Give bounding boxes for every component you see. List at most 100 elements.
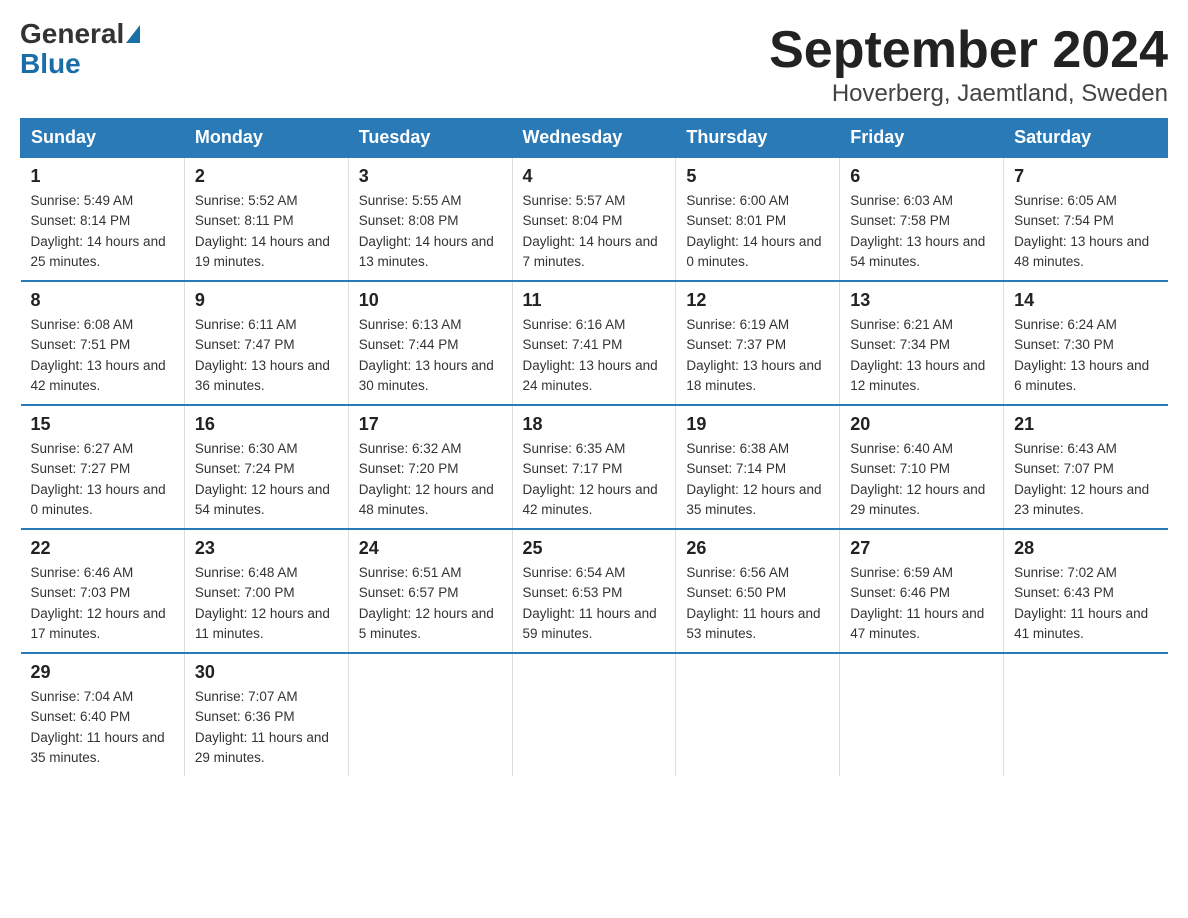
- calendar-cell: [1004, 653, 1168, 776]
- calendar-cell: 27 Sunrise: 6:59 AMSunset: 6:46 PMDayligh…: [840, 529, 1004, 653]
- day-number: 22: [31, 538, 174, 559]
- day-number: 9: [195, 290, 338, 311]
- day-info: Sunrise: 6:21 AMSunset: 7:34 PMDaylight:…: [850, 315, 993, 396]
- calendar-cell: 21 Sunrise: 6:43 AMSunset: 7:07 PMDayligh…: [1004, 405, 1168, 529]
- day-info: Sunrise: 6:51 AMSunset: 6:57 PMDaylight:…: [359, 563, 502, 644]
- week-row-1: 1 Sunrise: 5:49 AMSunset: 8:14 PMDaylight…: [21, 157, 1168, 281]
- calendar-cell: 29Sunrise: 7:04 AMSunset: 6:40 PMDayligh…: [21, 653, 185, 776]
- day-number: 25: [523, 538, 666, 559]
- day-number: 21: [1014, 414, 1157, 435]
- day-info: Sunrise: 6:54 AMSunset: 6:53 PMDaylight:…: [523, 563, 666, 644]
- calendar-cell: 20 Sunrise: 6:40 AMSunset: 7:10 PMDayligh…: [840, 405, 1004, 529]
- weekday-header-monday: Monday: [184, 119, 348, 158]
- title-block: September 2024 Hoverberg, Jaemtland, Swe…: [769, 20, 1168, 108]
- calendar-cell: 25 Sunrise: 6:54 AMSunset: 6:53 PMDayligh…: [512, 529, 676, 653]
- day-number: 26: [686, 538, 829, 559]
- day-number: 7: [1014, 166, 1157, 187]
- day-info: Sunrise: 6:32 AMSunset: 7:20 PMDaylight:…: [359, 439, 502, 520]
- day-number: 5: [686, 166, 829, 187]
- day-number: 29: [31, 662, 174, 683]
- day-number: 27: [850, 538, 993, 559]
- day-info: Sunrise: 6:03 AMSunset: 7:58 PMDaylight:…: [850, 191, 993, 272]
- day-number: 23: [195, 538, 338, 559]
- day-number: 28: [1014, 538, 1157, 559]
- day-number: 13: [850, 290, 993, 311]
- day-info: Sunrise: 6:08 AMSunset: 7:51 PMDaylight:…: [31, 315, 174, 396]
- calendar-cell: [676, 653, 840, 776]
- day-info: Sunrise: 6:48 AMSunset: 7:00 PMDaylight:…: [195, 563, 338, 644]
- day-info: Sunrise: 6:35 AMSunset: 7:17 PMDaylight:…: [523, 439, 666, 520]
- day-info: Sunrise: 6:24 AMSunset: 7:30 PMDaylight:…: [1014, 315, 1157, 396]
- week-row-4: 22 Sunrise: 6:46 AMSunset: 7:03 PMDayligh…: [21, 529, 1168, 653]
- day-info: Sunrise: 6:46 AMSunset: 7:03 PMDaylight:…: [31, 563, 174, 644]
- day-number: 20: [850, 414, 993, 435]
- day-number: 3: [359, 166, 502, 187]
- day-number: 14: [1014, 290, 1157, 311]
- calendar-cell: [348, 653, 512, 776]
- page-header: General Blue September 2024 Hoverberg, J…: [20, 20, 1168, 108]
- calendar-cell: 4 Sunrise: 5:57 AMSunset: 8:04 PMDaylight…: [512, 157, 676, 281]
- day-number: 4: [523, 166, 666, 187]
- day-number: 6: [850, 166, 993, 187]
- day-info: Sunrise: 6:27 AMSunset: 7:27 PMDaylight:…: [31, 439, 174, 520]
- calendar-cell: 13 Sunrise: 6:21 AMSunset: 7:34 PMDayligh…: [840, 281, 1004, 405]
- day-number: 18: [523, 414, 666, 435]
- day-number: 10: [359, 290, 502, 311]
- calendar-cell: 12 Sunrise: 6:19 AMSunset: 7:37 PMDayligh…: [676, 281, 840, 405]
- calendar-cell: 1 Sunrise: 5:49 AMSunset: 8:14 PMDaylight…: [21, 157, 185, 281]
- day-number: 17: [359, 414, 502, 435]
- calendar-cell: 19 Sunrise: 6:38 AMSunset: 7:14 PMDayligh…: [676, 405, 840, 529]
- day-info: Sunrise: 6:00 AMSunset: 8:01 PMDaylight:…: [686, 191, 829, 272]
- calendar-cell: 22 Sunrise: 6:46 AMSunset: 7:03 PMDayligh…: [21, 529, 185, 653]
- calendar-cell: 26Sunrise: 6:56 AMSunset: 6:50 PMDayligh…: [676, 529, 840, 653]
- calendar-cell: 24 Sunrise: 6:51 AMSunset: 6:57 PMDayligh…: [348, 529, 512, 653]
- calendar-table: SundayMondayTuesdayWednesdayThursdayFrid…: [20, 118, 1168, 776]
- calendar-cell: 28 Sunrise: 7:02 AMSunset: 6:43 PMDayligh…: [1004, 529, 1168, 653]
- weekday-header-tuesday: Tuesday: [348, 119, 512, 158]
- calendar-cell: 14 Sunrise: 6:24 AMSunset: 7:30 PMDayligh…: [1004, 281, 1168, 405]
- day-info: Sunrise: 5:55 AMSunset: 8:08 PMDaylight:…: [359, 191, 502, 272]
- day-info: Sunrise: 6:05 AMSunset: 7:54 PMDaylight:…: [1014, 191, 1157, 272]
- weekday-header-saturday: Saturday: [1004, 119, 1168, 158]
- calendar-cell: 16Sunrise: 6:30 AMSunset: 7:24 PMDayligh…: [184, 405, 348, 529]
- day-info: Sunrise: 5:49 AMSunset: 8:14 PMDaylight:…: [31, 191, 174, 272]
- logo-general: General: [20, 20, 124, 48]
- day-info: Sunrise: 7:02 AMSunset: 6:43 PMDaylight:…: [1014, 563, 1157, 644]
- weekday-header-friday: Friday: [840, 119, 1004, 158]
- day-info: Sunrise: 6:16 AMSunset: 7:41 PMDaylight:…: [523, 315, 666, 396]
- day-number: 12: [686, 290, 829, 311]
- day-info: Sunrise: 6:19 AMSunset: 7:37 PMDaylight:…: [686, 315, 829, 396]
- day-info: Sunrise: 6:38 AMSunset: 7:14 PMDaylight:…: [686, 439, 829, 520]
- calendar-cell: 17 Sunrise: 6:32 AMSunset: 7:20 PMDayligh…: [348, 405, 512, 529]
- day-number: 1: [31, 166, 174, 187]
- calendar-cell: 5 Sunrise: 6:00 AMSunset: 8:01 PMDaylight…: [676, 157, 840, 281]
- calendar-cell: 15Sunrise: 6:27 AMSunset: 7:27 PMDayligh…: [21, 405, 185, 529]
- logo: General Blue: [20, 20, 140, 80]
- calendar-title: September 2024: [769, 20, 1168, 80]
- day-info: Sunrise: 7:07 AMSunset: 6:36 PMDaylight:…: [195, 687, 338, 768]
- week-row-2: 8 Sunrise: 6:08 AMSunset: 7:51 PMDaylight…: [21, 281, 1168, 405]
- day-number: 8: [31, 290, 174, 311]
- day-number: 16: [195, 414, 338, 435]
- day-number: 19: [686, 414, 829, 435]
- calendar-cell: 18 Sunrise: 6:35 AMSunset: 7:17 PMDayligh…: [512, 405, 676, 529]
- calendar-cell: 8 Sunrise: 6:08 AMSunset: 7:51 PMDaylight…: [21, 281, 185, 405]
- calendar-cell: 23 Sunrise: 6:48 AMSunset: 7:00 PMDayligh…: [184, 529, 348, 653]
- calendar-cell: 10Sunrise: 6:13 AMSunset: 7:44 PMDayligh…: [348, 281, 512, 405]
- day-info: Sunrise: 6:40 AMSunset: 7:10 PMDaylight:…: [850, 439, 993, 520]
- weekday-header-thursday: Thursday: [676, 119, 840, 158]
- day-info: Sunrise: 6:59 AMSunset: 6:46 PMDaylight:…: [850, 563, 993, 644]
- calendar-cell: 11Sunrise: 6:16 AMSunset: 7:41 PMDayligh…: [512, 281, 676, 405]
- day-number: 30: [195, 662, 338, 683]
- day-info: Sunrise: 6:43 AMSunset: 7:07 PMDaylight:…: [1014, 439, 1157, 520]
- calendar-cell: [512, 653, 676, 776]
- weekday-header-sunday: Sunday: [21, 119, 185, 158]
- day-info: Sunrise: 5:57 AMSunset: 8:04 PMDaylight:…: [523, 191, 666, 272]
- weekday-header-row: SundayMondayTuesdayWednesdayThursdayFrid…: [21, 119, 1168, 158]
- day-number: 24: [359, 538, 502, 559]
- calendar-subtitle: Hoverberg, Jaemtland, Sweden: [769, 80, 1168, 108]
- calendar-cell: 9Sunrise: 6:11 AMSunset: 7:47 PMDaylight…: [184, 281, 348, 405]
- calendar-cell: 30 Sunrise: 7:07 AMSunset: 6:36 PMDayligh…: [184, 653, 348, 776]
- day-info: Sunrise: 5:52 AMSunset: 8:11 PMDaylight:…: [195, 191, 338, 272]
- calendar-cell: [840, 653, 1004, 776]
